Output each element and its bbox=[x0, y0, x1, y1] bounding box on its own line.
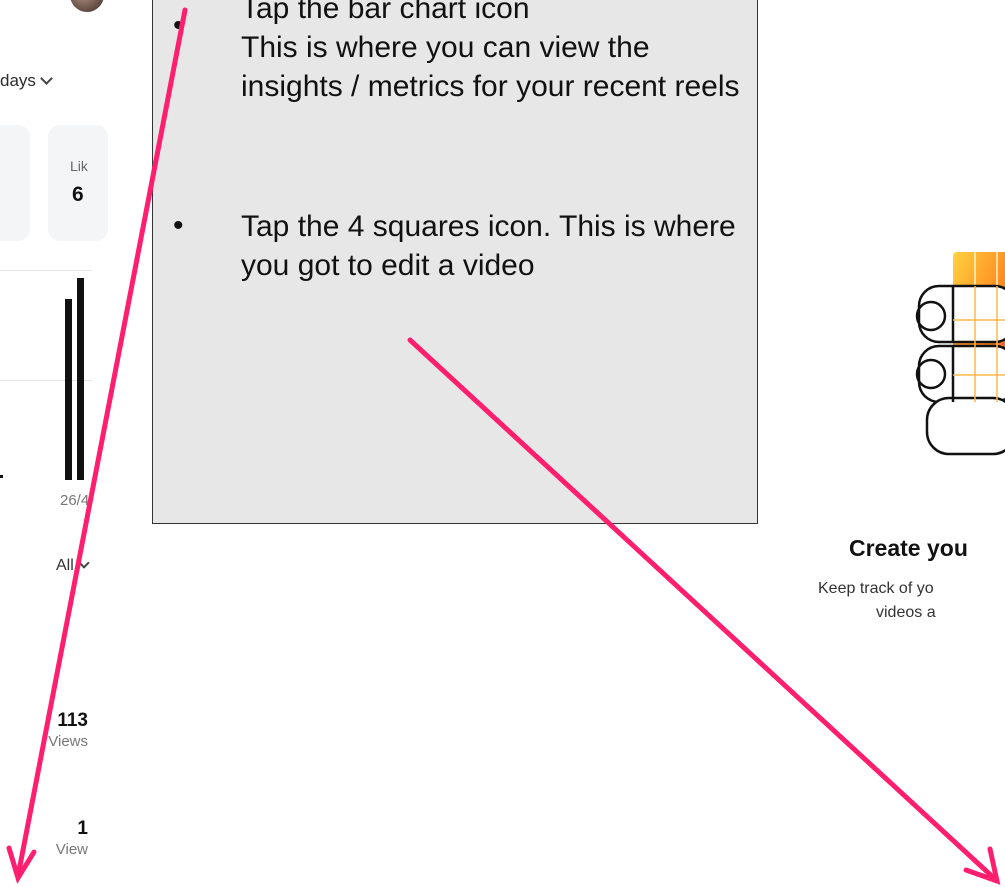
stacked-video-grid-illustration-icon bbox=[915, 252, 1005, 456]
instruction-step-2: This is where you can view the insights … bbox=[241, 31, 740, 103]
instruction-step-3: Tap the 4 squares icon. This is where yo… bbox=[241, 210, 736, 282]
create-panel-description: videos a bbox=[876, 604, 936, 621]
create-panel-title: Create you bbox=[849, 535, 968, 561]
metric-card-previous[interactable] bbox=[0, 125, 30, 241]
metric-card-likes[interactable]: Lik 6 bbox=[48, 125, 108, 241]
chart-baseline-dot bbox=[0, 475, 3, 478]
chevron-down-icon bbox=[40, 72, 53, 85]
reel-views-metric[interactable]: 113 Views bbox=[48, 710, 88, 750]
likes-value: 6 bbox=[72, 183, 84, 206]
create-panel-description: Keep track of yo bbox=[818, 580, 934, 597]
reel-views-unit: View bbox=[55, 841, 88, 858]
reel-views-unit: Views bbox=[48, 733, 88, 750]
insights-bar-chart bbox=[0, 270, 92, 480]
chevron-down-icon bbox=[78, 557, 90, 569]
reels-filter-label: All bbox=[56, 557, 74, 574]
instruction-step-1: Tap the bar chart icon bbox=[241, 0, 530, 25]
likes-label: Lik bbox=[70, 158, 88, 174]
chart-x-tick: 26/4 bbox=[60, 492, 90, 509]
arrow-head bbox=[6, 845, 37, 885]
reel-views-count: 113 bbox=[57, 710, 88, 731]
instruction-callout: • Tap the bar chart icon This is where y… bbox=[152, 0, 758, 524]
avatar[interactable] bbox=[70, 0, 104, 12]
bullet: • bbox=[173, 9, 184, 42]
chart-bar bbox=[77, 278, 84, 480]
chart-gridline-top bbox=[0, 270, 92, 271]
date-range-label: days bbox=[0, 71, 36, 90]
date-range-select[interactable]: days bbox=[0, 71, 53, 91]
chart-bar bbox=[65, 299, 72, 480]
reel-views-count: 1 bbox=[77, 818, 88, 839]
reel-views-metric[interactable]: 1 View bbox=[56, 818, 88, 858]
bullet: • bbox=[173, 209, 184, 242]
arrow-head bbox=[963, 846, 1001, 885]
reels-filter-select[interactable]: All bbox=[56, 557, 90, 575]
